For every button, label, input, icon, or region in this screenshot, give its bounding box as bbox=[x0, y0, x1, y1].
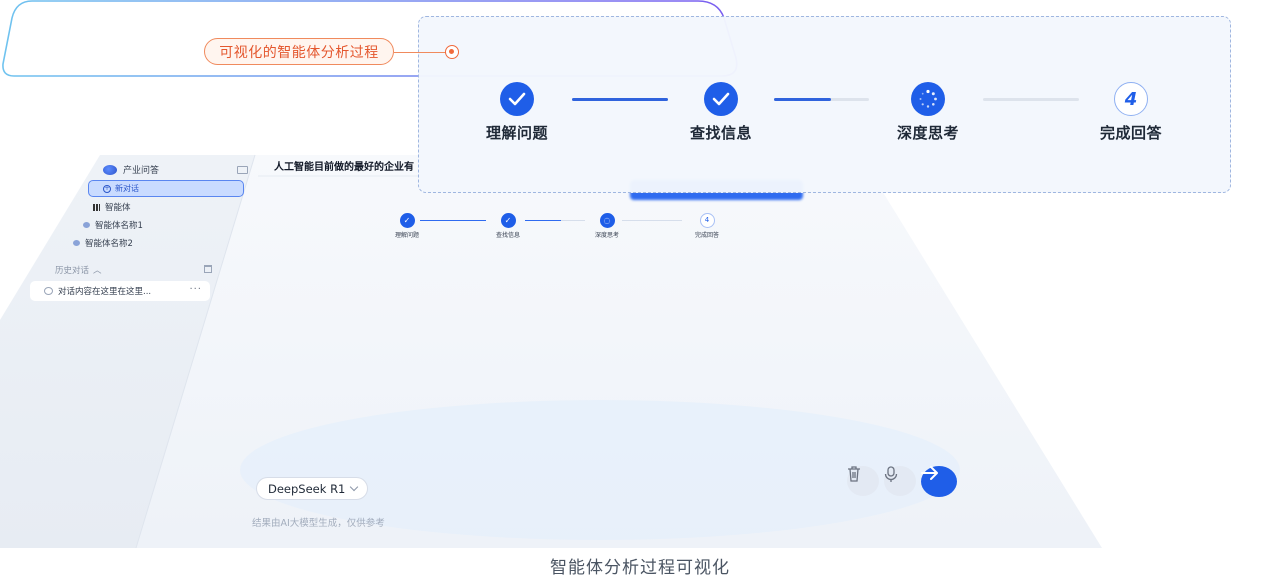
mini-step-connector bbox=[622, 220, 682, 221]
step-connector bbox=[572, 98, 668, 101]
mini-step-understand: ✓ 理解问题 bbox=[395, 213, 419, 239]
send-button[interactable] bbox=[921, 466, 957, 497]
new-chat-label: 新对话 bbox=[115, 184, 139, 193]
history-item[interactable]: 对话内容在这里在这里... ··· bbox=[30, 281, 210, 301]
sidebar-item-agent-1[interactable]: 智能体名称1 bbox=[83, 219, 143, 231]
grid-icon bbox=[93, 203, 100, 211]
mini-step-label: 查找信息 bbox=[496, 232, 521, 239]
mini-step-label: 深度思考 bbox=[595, 232, 620, 239]
brand-logo-icon bbox=[103, 164, 117, 175]
check-icon: ✓ bbox=[399, 213, 415, 228]
step-search: 查找信息 bbox=[676, 82, 766, 143]
step-label: 查找信息 bbox=[689, 124, 752, 142]
conversation-title: 人工智能目前做的最好的企业有 bbox=[274, 162, 414, 173]
mini-step-connector bbox=[525, 220, 585, 221]
step-zoom-panel: 理解问题 查找信息 深度思考 4 完成回答 bbox=[418, 16, 1231, 193]
step-understand: 理解问题 bbox=[472, 82, 562, 143]
chevron-up-icon: ︿ bbox=[93, 266, 102, 276]
callout-leader-line bbox=[394, 52, 446, 53]
chevron-down-icon bbox=[350, 482, 359, 492]
sidebar-item-label: 智能体 bbox=[105, 203, 131, 213]
clear-button[interactable] bbox=[847, 466, 879, 496]
annotation-callout: 可视化的智能体分析过程 bbox=[204, 38, 394, 65]
sidebar-item-label: 智能体名称2 bbox=[85, 239, 133, 249]
sidebar-brand[interactable]: 产业问答 bbox=[103, 163, 159, 176]
step-connector bbox=[983, 98, 1079, 101]
agent-icon bbox=[83, 222, 90, 228]
check-icon bbox=[500, 82, 534, 116]
step-number: 4 bbox=[1114, 82, 1148, 116]
mini-step-answer: 4 完成回答 bbox=[695, 213, 719, 239]
plus-icon: + bbox=[103, 184, 111, 193]
chat-bubble-icon bbox=[44, 287, 53, 295]
model-select[interactable]: DeepSeek R1 bbox=[256, 477, 368, 500]
microphone-icon bbox=[884, 466, 898, 482]
mini-step-search: ✓ 查找信息 bbox=[496, 213, 520, 239]
loading-icon bbox=[911, 82, 945, 116]
voice-button[interactable] bbox=[884, 466, 916, 496]
step-number: 4 bbox=[699, 213, 715, 228]
sidebar-item-agents[interactable]: 智能体 bbox=[93, 201, 131, 213]
mini-step-connector bbox=[420, 220, 486, 221]
sidebar-item-agent-2[interactable]: 智能体名称2 bbox=[73, 237, 133, 249]
step-think: 深度思考 bbox=[883, 82, 973, 143]
history-title: 历史对话 bbox=[55, 266, 90, 276]
showcase-stage: 产业问答 + 新对话 智能体 智能体名称1 智能体名称2 历史对话 ︿ 对话内容… bbox=[0, 0, 1280, 585]
step-connector bbox=[774, 98, 869, 101]
trash-icon bbox=[848, 466, 860, 482]
step-label: 理解问题 bbox=[485, 124, 548, 142]
sidebar-collapse-icon[interactable] bbox=[237, 166, 248, 174]
arrow-right-icon bbox=[921, 466, 938, 480]
mini-step-think: ◌ 深度思考 bbox=[595, 213, 619, 239]
new-chat-button[interactable]: + 新对话 bbox=[88, 180, 244, 197]
step-label: 深度思考 bbox=[896, 124, 959, 142]
sidebar-item-label: 智能体名称1 bbox=[95, 221, 143, 231]
more-icon[interactable]: ··· bbox=[189, 284, 202, 295]
history-item-label: 对话内容在这里在这里... bbox=[58, 287, 152, 297]
model-name: DeepSeek R1 bbox=[268, 481, 346, 496]
check-icon bbox=[704, 82, 738, 116]
agent-icon bbox=[73, 240, 80, 246]
history-header[interactable]: 历史对话 ︿ bbox=[55, 264, 102, 276]
step-label: 完成回答 bbox=[1099, 124, 1162, 142]
mini-step-label: 完成回答 bbox=[695, 232, 720, 239]
callout-anchor-icon bbox=[445, 45, 459, 59]
figure-caption: 智能体分析过程可视化 bbox=[550, 558, 730, 578]
step-answer: 4 完成回答 bbox=[1086, 82, 1176, 143]
brand-name: 产业问答 bbox=[123, 166, 160, 176]
clear-history-icon[interactable] bbox=[204, 265, 212, 273]
ai-disclaimer: 结果由AI大模型生成，仅供参考 bbox=[252, 518, 385, 529]
loading-icon: ◌ bbox=[599, 213, 615, 228]
check-icon: ✓ bbox=[500, 213, 516, 228]
mini-step-label: 理解问题 bbox=[395, 232, 420, 239]
